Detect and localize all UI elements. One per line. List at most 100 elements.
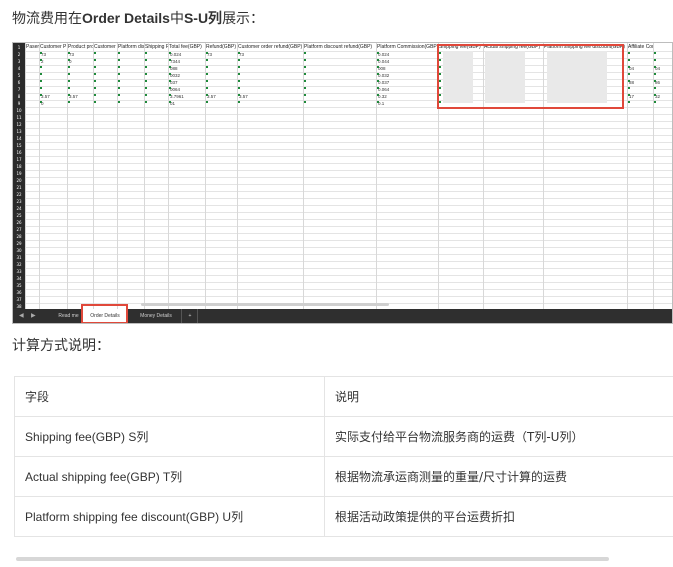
sheet-cell[interactable] <box>627 72 653 79</box>
sheet-cell[interactable] <box>39 65 67 72</box>
sheet-cell[interactable]: 0.064 <box>376 86 438 93</box>
sheet-cell[interactable]: 088 <box>168 65 205 72</box>
cell-warning-marker <box>206 73 208 75</box>
add-sheet-button[interactable]: + <box>183 309 198 323</box>
sheet-cell[interactable] <box>205 72 237 79</box>
sheet-cell[interactable] <box>237 72 303 79</box>
sheet-cell[interactable] <box>205 100 237 107</box>
next-sheet-icon[interactable]: ▶ <box>31 309 36 323</box>
cell-warning-marker <box>169 80 171 82</box>
page-horizontal-scrollbar[interactable] <box>16 557 609 561</box>
cell-warning-marker <box>94 52 96 54</box>
cell-warning-marker <box>206 52 208 54</box>
row-number: 2 <box>17 52 21 57</box>
sheet-cell[interactable] <box>67 72 93 79</box>
prev-sheet-icon[interactable]: ◀ <box>19 309 24 323</box>
grid-row-line <box>25 275 672 276</box>
column-header[interactable]: Product pro <box>67 44 93 51</box>
cell-warning-marker <box>145 73 147 75</box>
horizontal-scrollbar[interactable] <box>141 303 389 306</box>
sheet-cell[interactable] <box>627 58 653 65</box>
sheet-cell[interactable]: 73 <box>67 51 93 58</box>
cell-warning-marker <box>628 66 630 68</box>
sheet-cell[interactable] <box>237 58 303 65</box>
cell-warning-marker <box>377 59 379 61</box>
sheet-cell[interactable] <box>205 65 237 72</box>
sheet-cell[interactable] <box>205 86 237 93</box>
sheet-cell[interactable] <box>205 58 237 65</box>
column-header[interactable]: Refund(GBP) <box>205 44 237 51</box>
sheet-cell[interactable]: 7344 <box>168 58 205 65</box>
cell-warning-marker <box>304 73 306 75</box>
sheet-cell[interactable]: 0.037 <box>376 79 438 86</box>
sheet-cell[interactable] <box>67 65 93 72</box>
sheet-cell[interactable]: 008 <box>376 65 438 72</box>
row-number: 13 <box>16 129 22 134</box>
cell-warning-marker <box>238 66 240 68</box>
row-number: 1 <box>17 45 21 50</box>
sheet-cell[interactable] <box>67 100 93 107</box>
cell-warning-marker <box>94 101 96 103</box>
sheet-cell[interactable] <box>205 79 237 86</box>
sheet-cell[interactable]: 73 <box>205 51 237 58</box>
sheet-cell[interactable]: 3.57 <box>205 93 237 100</box>
sheet-cell[interactable] <box>67 79 93 86</box>
cell-warning-marker <box>628 87 630 89</box>
sheet-cell[interactable] <box>627 51 653 58</box>
column-header[interactable]: Shipping Fa <box>144 44 168 51</box>
sheet-cell[interactable] <box>627 100 653 107</box>
sheet-cell[interactable]: 0032 <box>168 72 205 79</box>
sheet-cell[interactable]: 3.57 <box>39 93 67 100</box>
grid-row-line <box>25 296 672 297</box>
sheet-cell[interactable]: 17 <box>627 93 653 100</box>
sheet-cell[interactable]: 3.7961 <box>168 93 205 100</box>
column-header[interactable]: Platform discount refund(GBP) <box>303 44 376 51</box>
sheet-cell[interactable]: 0064 <box>168 86 205 93</box>
sheet-cell[interactable] <box>237 86 303 93</box>
sheet-cell[interactable] <box>39 86 67 93</box>
sheet-cell[interactable]: 73 <box>237 51 303 58</box>
sheet-cell[interactable]: 0.032 <box>376 72 438 79</box>
grid-row-line <box>25 254 672 255</box>
column-header[interactable]: Total fee(GBP) <box>168 44 205 51</box>
sheet-cell[interactable] <box>67 86 93 93</box>
sheet-cell[interactable]: 3.57 <box>67 93 93 100</box>
column-header[interactable]: Customer d <box>93 44 117 51</box>
sheet-cell[interactable]: 0.32 <box>376 93 438 100</box>
sheet-cell[interactable]: 2 <box>39 58 67 65</box>
sheet-cell[interactable] <box>39 72 67 79</box>
sheet-cell[interactable] <box>627 86 653 93</box>
grid-row-line <box>25 156 672 157</box>
cell-warning-marker <box>304 66 306 68</box>
column-header[interactable]: Platform Commission(GBP) <box>376 44 438 51</box>
sheet-cell[interactable]: 01 <box>168 100 205 107</box>
grid-row-line <box>25 282 672 283</box>
sheet-cell[interactable]: 037 <box>168 79 205 86</box>
cell-warning-marker <box>377 52 379 54</box>
sheet-cell[interactable]: 88 <box>627 79 653 86</box>
column-header[interactable]: Affiliate Commission(GBP) <box>627 44 653 51</box>
sheet-cell[interactable]: 0.024 <box>376 51 438 58</box>
column-header[interactable]: Customer P <box>39 44 67 51</box>
sheet-cell[interactable]: 73 <box>39 51 67 58</box>
column-header[interactable]: Pasemir <box>25 44 39 51</box>
sheet-cell[interactable]: 04 <box>627 65 653 72</box>
sheet-cell[interactable]: 0 <box>39 100 67 107</box>
column-header[interactable]: Customer order refund(GBP) <box>237 44 303 51</box>
sheet-cell[interactable]: 0.1 <box>376 100 438 107</box>
sheet-cell[interactable]: 0.024 <box>168 51 205 58</box>
grid-column-line <box>144 43 145 309</box>
sheet-cell[interactable]: 3.57 <box>237 93 303 100</box>
column-header[interactable]: Platform dis <box>117 44 144 51</box>
sheet-cell[interactable]: 0.044 <box>376 58 438 65</box>
sheet-cell[interactable] <box>237 100 303 107</box>
row-number: 10 <box>16 108 22 113</box>
sheet-cell[interactable] <box>39 79 67 86</box>
sheet-cell[interactable] <box>237 65 303 72</box>
sheet-cell[interactable]: 0 <box>67 58 93 65</box>
cell-warning-marker <box>238 73 240 75</box>
cell-warning-marker <box>68 87 70 89</box>
sheet-cell[interactable] <box>237 79 303 86</box>
tab-money-details[interactable]: Money Details <box>131 309 182 323</box>
cell-warning-marker <box>118 73 120 75</box>
